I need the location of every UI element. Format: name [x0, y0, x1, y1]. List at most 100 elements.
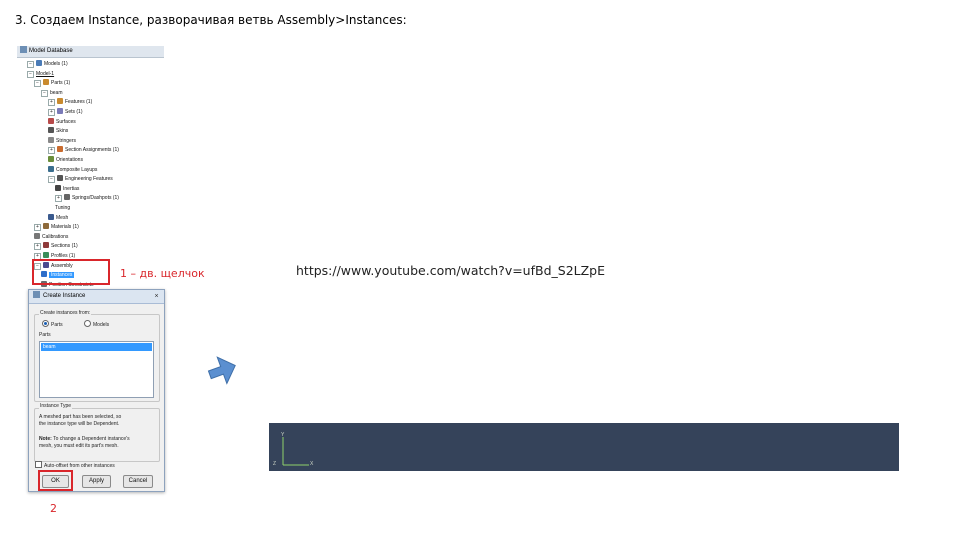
- mesh-icon: [48, 213, 54, 220]
- springs-icon: [64, 194, 70, 201]
- axis-y-label: Y: [281, 432, 285, 438]
- auto-offset-checkbox[interactable]: Auto-offset from other instances: [35, 461, 115, 470]
- tree-item[interactable]: Skins: [48, 127, 68, 136]
- layups-icon: [48, 165, 54, 172]
- dialog-titlebar: Create Instance ×: [29, 290, 164, 304]
- skins-icon: [48, 127, 54, 134]
- calibrations-icon: [34, 232, 40, 239]
- tree-item[interactable]: + Section Assignments (1): [48, 146, 119, 155]
- surfaces-icon: [48, 117, 54, 124]
- video-link[interactable]: https://www.youtube.com/watch?v=ufBd_S2L…: [296, 263, 605, 278]
- tree-item-label: Model-1: [36, 70, 55, 77]
- tree-item[interactable]: − Model-1: [27, 70, 54, 79]
- tree-item[interactable]: Inertias: [55, 184, 80, 194]
- database-icon: [20, 46, 27, 53]
- tree-item-label: Mesh: [56, 214, 69, 221]
- collapse-icon[interactable]: −: [27, 61, 34, 68]
- instance-type-label: Instance Type: [39, 403, 73, 410]
- note-line-4: mesh, you must edit its part's mesh.: [39, 443, 119, 449]
- model-tree: Model Database − Models (1) − Model-1− Parts…: [17, 46, 164, 292]
- tree-item[interactable]: Orientations: [48, 156, 83, 165]
- note-line-1: A meshed part has been selected, so: [39, 414, 122, 420]
- tree-item[interactable]: + Sets (1): [48, 108, 83, 117]
- tree-item[interactable]: Mesh: [48, 213, 69, 223]
- axis-z-label: Z: [273, 461, 277, 467]
- tree-item-label: Engineering Features: [65, 176, 113, 183]
- tree-item-label: Tuning: [55, 205, 71, 211]
- tree-item-label: Inertias: [63, 185, 80, 192]
- tree-item[interactable]: Calibrations: [34, 232, 69, 242]
- tree-item-label: Composite Layups: [56, 166, 98, 173]
- note-line-3: Note: To change a Dependent instance's: [39, 436, 130, 442]
- parts-icon: [43, 79, 49, 86]
- tree-item[interactable]: + Springs/Dashpots (1): [55, 194, 119, 203]
- tree-item[interactable]: + Materials (1): [34, 223, 79, 232]
- tree-item-label: Sections (1): [51, 243, 78, 250]
- tree-item-label: Sets (1): [65, 109, 83, 115]
- sections-icon: [43, 242, 49, 249]
- tree-item-label: Skins: [56, 128, 69, 135]
- expand-icon[interactable]: +: [34, 224, 41, 232]
- parts-list-item[interactable]: beam: [41, 343, 152, 351]
- expand-icon[interactable]: +: [48, 99, 55, 107]
- radio-models-dot[interactable]: [84, 320, 91, 327]
- axis-triad-icon: [282, 437, 309, 466]
- tree-item-label: Stringers: [56, 137, 77, 144]
- materials-icon: [43, 223, 49, 230]
- create-instance-dialog: Create Instance × Create instances from:…: [28, 289, 165, 492]
- tree-item[interactable]: + Sections (1): [34, 242, 78, 251]
- tree-item[interactable]: Composite Layups: [48, 165, 98, 175]
- tree-item[interactable]: Surfaces: [48, 117, 76, 127]
- tree-item-label: Parts (1): [51, 80, 71, 87]
- tree-item[interactable]: − Models (1): [27, 60, 68, 69]
- tree-item-label: Models (1): [44, 61, 68, 67]
- tree-item[interactable]: − Engineering Features: [48, 175, 113, 184]
- expand-icon[interactable]: +: [48, 147, 55, 155]
- collapse-icon[interactable]: −: [48, 176, 55, 184]
- auto-offset-box[interactable]: [35, 461, 42, 468]
- sets-icon: [57, 108, 63, 114]
- features-icon: [57, 98, 63, 105]
- cancel-button[interactable]: Cancel: [123, 475, 153, 488]
- tree-item-label: Section Assignments (1): [65, 147, 119, 154]
- tree-item[interactable]: + Features (1): [48, 98, 92, 107]
- parts-list[interactable]: beam: [39, 341, 154, 398]
- tree-item[interactable]: Stringers: [48, 136, 77, 146]
- radio-parts-dot[interactable]: [42, 320, 49, 327]
- expand-icon[interactable]: +: [55, 195, 62, 203]
- viewport[interactable]: Y X Z: [269, 423, 899, 471]
- expand-icon[interactable]: +: [48, 109, 55, 116]
- eng-features-icon: [57, 175, 63, 182]
- close-icon[interactable]: ×: [152, 292, 161, 301]
- inertias-icon: [55, 184, 61, 191]
- section-assign-icon: [57, 146, 63, 153]
- tree-item-label: beam: [50, 89, 63, 96]
- tree-item-label: Springs/Dashpots (1): [72, 195, 119, 202]
- tree-item-label: Orientations: [56, 157, 83, 163]
- tree-item-label: Calibrations: [42, 233, 69, 240]
- tree-item-label: Surfaces: [56, 118, 76, 125]
- model-tree-header: Model Database: [17, 46, 164, 58]
- collapse-icon[interactable]: −: [34, 80, 41, 88]
- collapse-icon[interactable]: −: [27, 70, 34, 78]
- orientations-icon: [48, 156, 54, 162]
- tree-item[interactable]: Tuning: [55, 204, 70, 213]
- profiles-icon: [43, 252, 49, 258]
- annotation-step2: 2: [50, 502, 57, 515]
- radio-parts[interactable]: Parts: [42, 320, 63, 329]
- apply-button[interactable]: Apply: [82, 475, 111, 488]
- arrow-right-down-icon: [207, 356, 236, 385]
- tree-item[interactable]: − Parts (1): [34, 79, 70, 88]
- expand-icon[interactable]: +: [34, 243, 41, 251]
- note-line-2: the instance type will be Dependent.: [39, 421, 120, 427]
- parts-label: Parts: [39, 332, 51, 338]
- axis-x-label: X: [310, 461, 314, 467]
- slide-title: 3. Создаем Instance, разворачивая ветвь …: [15, 13, 407, 27]
- radio-models[interactable]: Models: [84, 320, 109, 329]
- models-icon: [36, 60, 42, 66]
- stringers-icon: [48, 136, 54, 143]
- collapse-icon[interactable]: −: [41, 89, 48, 97]
- tree-item[interactable]: − beam: [41, 89, 63, 98]
- create-from-label: Create instances from:: [39, 310, 92, 317]
- annotation-step1: 1 – дв. щелчок: [120, 267, 205, 280]
